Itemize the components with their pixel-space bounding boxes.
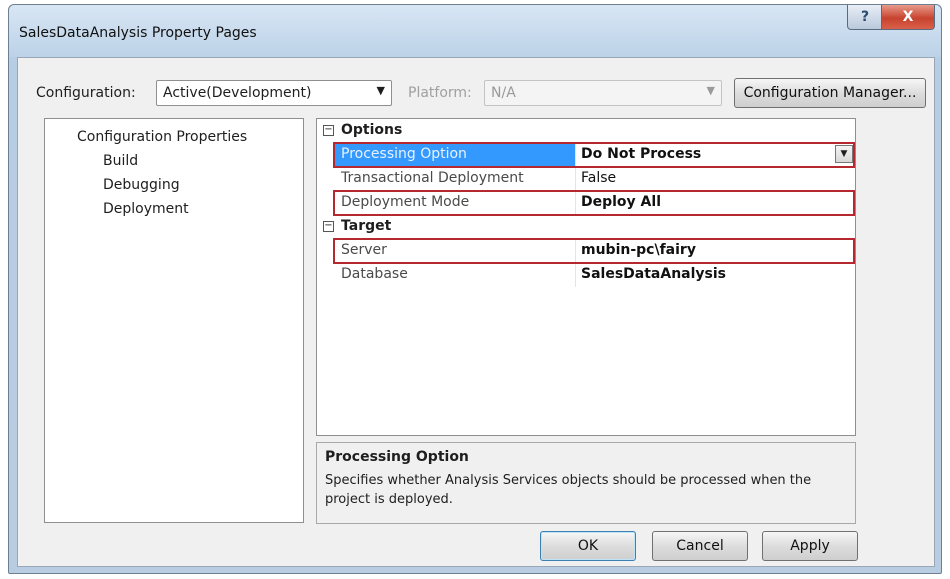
property-value: Deploy All: [581, 194, 661, 210]
help-button[interactable]: ?: [847, 5, 883, 30]
property-grid: − Options Processing Option Do Not Proce…: [316, 118, 856, 436]
platform-value: N/A: [491, 85, 516, 101]
chevron-down-icon: ▼: [376, 84, 385, 97]
property-row-database[interactable]: Database SalesDataAnalysis: [335, 263, 855, 287]
column-divider: [575, 239, 576, 287]
chevron-down-icon[interactable]: ▼: [835, 145, 853, 163]
property-row-transactional-deployment[interactable]: Transactional Deployment False: [335, 167, 855, 191]
property-name: Transactional Deployment: [341, 170, 524, 186]
configuration-label: Configuration:: [36, 85, 136, 101]
category-target[interactable]: − Target: [317, 215, 855, 239]
chevron-down-icon: ▼: [706, 84, 715, 97]
tree-item-build[interactable]: Build: [103, 153, 138, 169]
property-name: Server: [341, 242, 387, 258]
tree-item-deployment[interactable]: Deployment: [103, 201, 189, 217]
description-text: Specifies whether Analysis Services obje…: [325, 473, 812, 507]
property-value: False: [581, 170, 617, 186]
window-title: SalesDataAnalysis Property Pages: [19, 25, 257, 41]
collapse-icon[interactable]: −: [323, 221, 334, 232]
collapse-icon[interactable]: −: [323, 125, 334, 136]
configuration-tree: Configuration Properties Build Debugging…: [44, 118, 304, 523]
description-title: Processing Option: [325, 449, 469, 465]
property-row-deployment-mode[interactable]: Deployment Mode Deploy All: [335, 191, 855, 215]
property-value: Do Not Process: [581, 146, 702, 162]
category-options[interactable]: − Options: [317, 119, 855, 143]
property-name: Deployment Mode: [341, 194, 470, 210]
configuration-manager-button[interactable]: Configuration Manager...: [734, 78, 926, 108]
tree-item-debugging[interactable]: Debugging: [103, 177, 180, 193]
title-bar[interactable]: SalesDataAnalysis Property Pages ? X: [9, 5, 941, 57]
close-button[interactable]: X: [881, 5, 935, 30]
configuration-dropdown[interactable]: Active(Development) ▼: [156, 80, 392, 106]
description-pane: Processing Option Specifies whether Anal…: [316, 442, 856, 524]
property-value: mubin-pc\fairy: [581, 242, 696, 258]
property-row-processing-option[interactable]: Processing Option Do Not Process ▼: [335, 143, 855, 167]
column-divider: [575, 143, 576, 215]
dialog-client-area: Configuration: Active(Development) ▼ Pla…: [17, 57, 935, 567]
apply-button[interactable]: Apply: [762, 531, 858, 561]
ok-button[interactable]: OK: [540, 531, 636, 561]
help-icon: ?: [860, 9, 870, 25]
configuration-value: Active(Development): [163, 85, 312, 101]
category-label: Target: [341, 218, 392, 234]
property-row-server[interactable]: Server mubin-pc\fairy: [335, 239, 855, 263]
property-name: Processing Option: [341, 146, 467, 162]
platform-dropdown: N/A ▼: [484, 80, 722, 106]
close-icon: X: [902, 9, 914, 25]
category-label: Options: [341, 122, 403, 138]
property-pages-window: SalesDataAnalysis Property Pages ? X Con…: [8, 4, 942, 574]
platform-label: Platform:: [408, 85, 472, 101]
property-value: SalesDataAnalysis: [581, 266, 727, 282]
cancel-button[interactable]: Cancel: [652, 531, 748, 561]
tree-item-configuration-properties[interactable]: Configuration Properties: [77, 129, 247, 145]
property-name: Database: [341, 266, 408, 282]
